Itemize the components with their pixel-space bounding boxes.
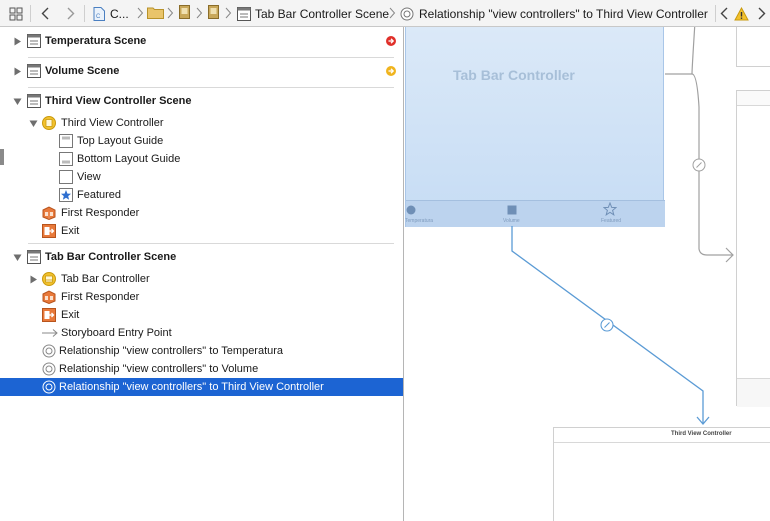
outline-item-rel-third[interactable]: Relationship "view controllers" to Third… — [0, 378, 403, 396]
first-responder-icon — [42, 290, 56, 304]
outline-item-tab-bar-controller[interactable]: Tab Bar Controller — [0, 270, 403, 288]
breadcrumb-relationship[interactable]: Relationship "view controllers" to Third… — [400, 0, 708, 27]
scene-row-volume[interactable]: Volume Scene — [0, 62, 403, 80]
storyboard-canvas[interactable]: Tab Bar Controller Temperatura Volume Fe… — [405, 27, 770, 521]
third-view-controller-scene[interactable] — [553, 427, 770, 521]
document-outline: Temperatura Scene Volume Scene Third Vie… — [0, 27, 404, 521]
breadcrumb-project-label: C... — [110, 6, 129, 21]
disclosure-expanded-icon[interactable] — [13, 253, 22, 262]
svg-text:C: C — [96, 14, 101, 20]
breadcrumb-scene[interactable]: Tab Bar Controller Scene — [237, 0, 389, 27]
scene-icon — [237, 6, 251, 21]
breadcrumb-folder[interactable] — [147, 0, 164, 27]
disclosure-collapsed-icon[interactable] — [13, 67, 22, 76]
outline-item-entry-point[interactable]: Storyboard Entry Point — [0, 324, 403, 342]
warning-arrow-icon[interactable] — [386, 66, 396, 76]
breadcrumb-scene-label: Tab Bar Controller Scene — [255, 6, 390, 21]
scene-icon — [27, 94, 41, 108]
disclosure-expanded-icon[interactable] — [29, 119, 38, 128]
outline-item-label: First Responder — [61, 291, 140, 303]
entry-point-arrow-icon — [42, 329, 58, 337]
issue-back-icon[interactable] — [717, 5, 731, 22]
error-arrow-icon[interactable] — [386, 36, 396, 46]
forward-arrow-icon[interactable] — [64, 5, 78, 22]
disclosure-collapsed-icon[interactable] — [29, 275, 38, 284]
exit-icon — [42, 224, 56, 238]
scene-row-tab-bar-controller[interactable]: Tab Bar Controller Scene — [0, 248, 403, 266]
outline-item-rel-volume[interactable]: Relationship "view controllers" to Volum… — [0, 360, 403, 378]
outline-item-label: Relationship "view controllers" to Tempe… — [59, 345, 284, 357]
scene-label: Temperatura Scene — [45, 35, 147, 47]
relationship-icon — [42, 380, 56, 394]
outline-item-label: Tab Bar Controller — [61, 273, 150, 285]
disclosure-collapsed-icon[interactable] — [13, 37, 22, 46]
breadcrumb-separator-icon — [389, 7, 396, 19]
outline-item-label: Third View Controller — [61, 117, 164, 129]
breadcrumb-group-1[interactable] — [179, 0, 190, 27]
outline-item-first-responder-2[interactable]: First Responder — [0, 288, 403, 306]
outline-item-label: Bottom Layout Guide — [77, 153, 181, 165]
scene-icon — [27, 64, 41, 78]
relationship-icon — [42, 362, 56, 376]
scene-row-third-view-controller[interactable]: Third View Controller Scene — [0, 92, 403, 110]
outline-item-rel-temperatura[interactable]: Relationship "view controllers" to Tempe… — [0, 342, 403, 360]
third-view-controller-title: Third View Controller — [671, 431, 732, 437]
outline-item-featured[interactable]: Featured — [0, 186, 403, 204]
view-controller-icon — [42, 116, 56, 130]
scene-icon — [27, 34, 41, 48]
issue-forward-icon[interactable] — [755, 5, 769, 22]
breadcrumb-separator-icon — [225, 7, 232, 19]
layout-guide-icon — [59, 134, 73, 148]
tab-bar-controller-icon — [42, 272, 56, 286]
star-icon — [59, 188, 73, 202]
outline-item-first-responder[interactable]: First Responder — [0, 204, 403, 222]
outline-item-view[interactable]: View — [0, 168, 403, 186]
scene-icon — [27, 250, 41, 264]
relationship-icon — [42, 344, 56, 358]
breadcrumb-group-2[interactable] — [208, 0, 219, 27]
first-responder-icon — [42, 206, 56, 220]
layout-guide-icon — [59, 152, 73, 166]
outline-item-label: First Responder — [61, 207, 140, 219]
storyboard-icon — [208, 5, 219, 22]
back-arrow-icon[interactable] — [38, 5, 52, 22]
outline-item-label: Exit — [61, 309, 80, 321]
grid-icon[interactable] — [9, 5, 23, 22]
scene-label: Volume Scene — [45, 65, 120, 77]
outline-item-label: Storyboard Entry Point — [61, 327, 172, 339]
outline-item-exit-2[interactable]: Exit — [0, 306, 403, 324]
exit-icon — [42, 308, 56, 322]
outline-item-label: View — [77, 171, 101, 183]
disclosure-expanded-icon[interactable] — [13, 97, 22, 106]
warning-icon[interactable] — [733, 5, 749, 22]
outline-item-label: Relationship "view controllers" to Volum… — [59, 363, 259, 375]
outline-item-exit[interactable]: Exit — [0, 222, 403, 240]
breadcrumb-separator-icon — [137, 7, 144, 19]
outline-item-label: Relationship "view controllers" to Third… — [59, 381, 324, 393]
folder-icon — [147, 6, 164, 22]
breadcrumb-separator-icon — [196, 7, 203, 19]
outline-item-top-layout-guide[interactable]: Top Layout Guide — [0, 132, 403, 150]
scene-label: Third View Controller Scene — [45, 95, 192, 107]
outline-item-bottom-layout-guide[interactable]: Bottom Layout Guide — [0, 150, 403, 168]
view-icon — [59, 170, 73, 184]
outline-item-label: Featured — [77, 189, 122, 201]
breadcrumb-relationship-label: Relationship "view controllers" to Third… — [419, 6, 708, 21]
breadcrumb-separator-icon — [167, 7, 174, 19]
scene-row-temperatura[interactable]: Temperatura Scene — [0, 32, 403, 50]
outline-item-third-view-controller[interactable]: Third View Controller — [0, 114, 403, 132]
outline-item-label: Exit — [61, 225, 80, 237]
storyboard-icon — [179, 5, 190, 22]
scene-label: Tab Bar Controller Scene — [45, 251, 177, 263]
breadcrumb-project[interactable]: C C... — [93, 0, 129, 27]
relationship-icon — [400, 7, 414, 21]
jump-bar: C C... Tab Bar Controller Scene Relation… — [0, 0, 770, 27]
file-icon: C — [93, 6, 105, 21]
outline-item-label: Top Layout Guide — [77, 135, 164, 147]
